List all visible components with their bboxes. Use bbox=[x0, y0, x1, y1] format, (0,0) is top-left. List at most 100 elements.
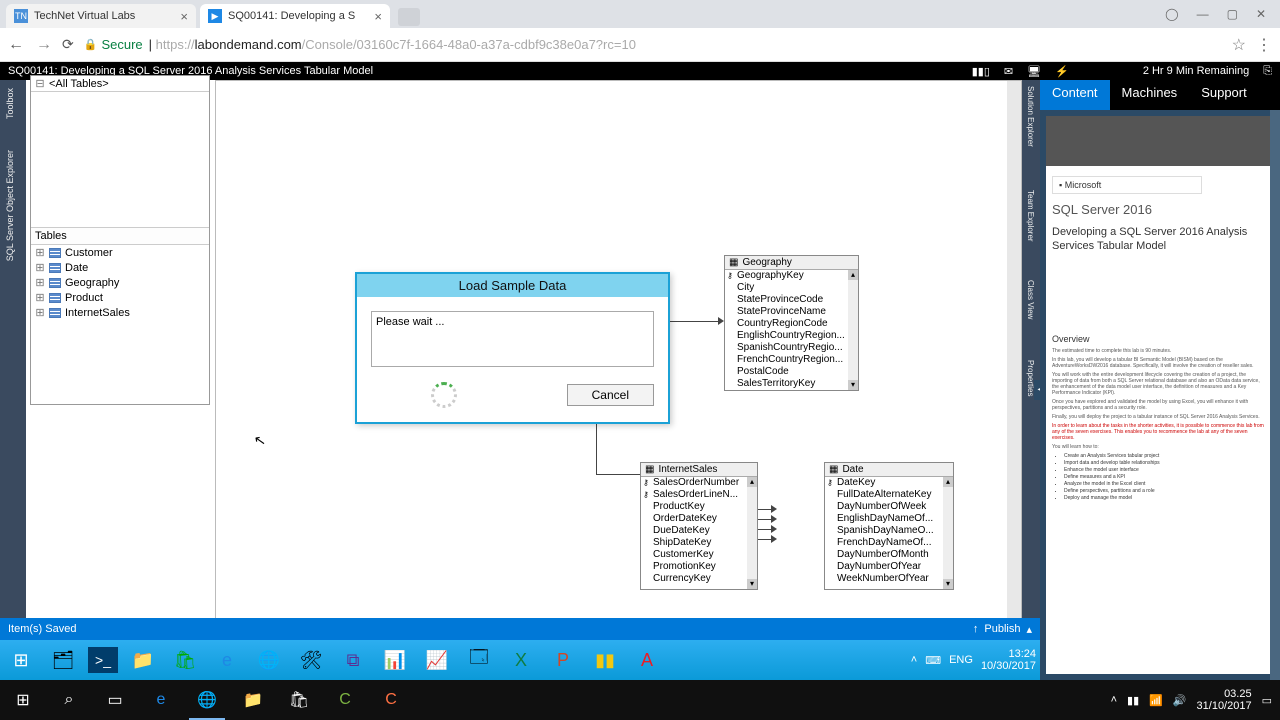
solution-explorer-tab[interactable]: Solution Explorer bbox=[1026, 86, 1035, 147]
host-volume-icon[interactable]: 🔊 bbox=[1173, 694, 1187, 707]
diagram-table-internetsales[interactable]: ▦InternetSales ⚷SalesOrderNumber ⚷SalesO… bbox=[640, 462, 758, 590]
diagram-table-geography[interactable]: ▦Geography ⚷GeographyKey City StateProvi… bbox=[724, 255, 859, 391]
spinner-icon bbox=[431, 382, 457, 408]
vs-right-rail: Solution Explorer Team Explorer Class Vi… bbox=[1022, 80, 1040, 640]
bookmark-icon[interactable]: ☆ bbox=[1232, 35, 1246, 55]
minimize-icon[interactable]: — bbox=[1197, 7, 1209, 21]
lab-content: Toolbox SQL Server Object Explorer Solut… bbox=[0, 80, 1280, 680]
browser-tab-technet[interactable]: TN TechNet Virtual Labs × bbox=[6, 4, 196, 28]
publish-dropdown-icon[interactable]: ▴ bbox=[1026, 623, 1032, 636]
start-button[interactable]: ⊞ bbox=[4, 644, 38, 676]
scrollbar[interactable]: ▴▾ bbox=[943, 477, 953, 589]
publish-arrow-icon[interactable]: ↑ bbox=[973, 623, 979, 635]
apps-icon[interactable]: 🗔 bbox=[462, 644, 496, 676]
table-row[interactable]: ⊞Customer bbox=[31, 245, 209, 260]
window-close-icon[interactable]: ✕ bbox=[1256, 7, 1266, 21]
tray-devices-icon[interactable]: ⌨ bbox=[925, 654, 941, 667]
host-taskbar: ⊞ ⌕ ▭ e 🌐 📁 🛍 C C ˄ ▮▮ 📶 🔊 03.25 31/10/2… bbox=[0, 680, 1280, 720]
tab-machines[interactable]: Machines bbox=[1110, 80, 1190, 110]
cancel-button[interactable]: Cancel bbox=[567, 384, 654, 406]
ssdt-icon[interactable]: 🛠 bbox=[294, 644, 328, 676]
table-icon: ▦ bbox=[729, 257, 738, 268]
host-taskview-button[interactable]: ▭ bbox=[92, 680, 138, 720]
close-icon[interactable]: × bbox=[180, 9, 188, 24]
table-row[interactable]: ⊞InternetSales bbox=[31, 305, 209, 320]
vm-screen[interactable]: Toolbox SQL Server Object Explorer Solut… bbox=[0, 80, 1040, 680]
chrome-tab-strip: TN TechNet Virtual Labs × ▶ SQ00141: Dev… bbox=[0, 0, 1280, 28]
ms-logo: ▪ Microsoft bbox=[1052, 176, 1202, 194]
host-store-icon[interactable]: 🛍 bbox=[276, 680, 322, 720]
url-path: /Console/03160c7f-1664-48a0-a37a-cdbf9c3… bbox=[302, 37, 636, 52]
file-explorer-icon[interactable]: 🗂 bbox=[46, 644, 80, 676]
scrollbar[interactable]: ▴▾ bbox=[848, 270, 858, 390]
lock-icon: 🔒 bbox=[84, 38, 98, 51]
sql-object-explorer-tab[interactable]: SQL Server Object Explorer bbox=[5, 150, 15, 261]
back-button[interactable]: ← bbox=[8, 36, 24, 54]
language-indicator[interactable]: ENG bbox=[949, 654, 973, 666]
scrollbar[interactable]: ▴▾ bbox=[747, 477, 757, 589]
url-field[interactable]: 🔒 Secure | https:// labondemand.com /Con… bbox=[84, 37, 1222, 52]
browser-menu-icon[interactable]: ⋮ bbox=[1256, 35, 1272, 55]
tab-title: SQ00141: Developing a S bbox=[228, 10, 355, 22]
powerbi-icon[interactable]: ▮▮ bbox=[588, 644, 622, 676]
profile-icon[interactable]: ◯ bbox=[1165, 7, 1178, 21]
chrome-icon[interactable]: 🌐 bbox=[252, 644, 286, 676]
all-tables-node[interactable]: <All Tables> bbox=[49, 78, 109, 90]
host-notifications-icon[interactable]: ▭ bbox=[1262, 694, 1272, 707]
reports-icon[interactable]: 📊 bbox=[378, 644, 412, 676]
host-edge-icon[interactable]: e bbox=[138, 680, 184, 720]
vm-clock-time: 13:24 bbox=[981, 648, 1036, 660]
host-app-icon[interactable]: C bbox=[368, 680, 414, 720]
excel-icon[interactable]: X bbox=[504, 644, 538, 676]
table-row[interactable]: ⊞Date bbox=[31, 260, 209, 275]
lab-tabs: Content Machines Support bbox=[1040, 80, 1280, 110]
table-row[interactable]: ⊞Product bbox=[31, 290, 209, 305]
vs-status-bar: Item(s) Saved ↑ Publish ▴ bbox=[0, 618, 1040, 640]
expand-icon[interactable]: ⊟ bbox=[35, 77, 45, 90]
host-chrome-icon[interactable]: 🌐 bbox=[184, 680, 230, 720]
diagram-table-date[interactable]: ▦Date ⚷DateKey FullDateAlternateKey DayN… bbox=[824, 462, 954, 590]
host-search-button[interactable]: ⌕ bbox=[46, 680, 92, 720]
toolbox-tab[interactable]: Toolbox bbox=[5, 88, 15, 119]
host-battery-icon: ▮▮ bbox=[1127, 694, 1139, 707]
close-icon[interactable]: × bbox=[374, 9, 382, 24]
table-icon bbox=[49, 263, 61, 273]
powershell-icon[interactable]: >_ bbox=[88, 647, 118, 673]
doc-scrollbar[interactable] bbox=[1270, 110, 1280, 680]
powerpoint-icon[interactable]: P bbox=[546, 644, 580, 676]
host-wifi-icon: 📶 bbox=[1149, 694, 1163, 707]
table-name: Date bbox=[842, 464, 863, 475]
new-tab-button[interactable] bbox=[398, 8, 420, 26]
url-host: labondemand.com bbox=[195, 37, 302, 52]
tray-chevron-icon[interactable]: ˄ bbox=[911, 654, 917, 666]
reports2-icon[interactable]: 📈 bbox=[420, 644, 454, 676]
host-start-button[interactable]: ⊞ bbox=[0, 680, 46, 720]
team-explorer-tab[interactable]: Team Explorer bbox=[1026, 190, 1035, 242]
tab-support[interactable]: Support bbox=[1189, 80, 1259, 110]
store-icon[interactable]: 🛍 bbox=[168, 644, 202, 676]
ie-icon[interactable]: e bbox=[210, 644, 244, 676]
tab-content[interactable]: Content bbox=[1040, 80, 1110, 110]
table-icon: ▦ bbox=[645, 464, 654, 475]
acrobat-icon[interactable]: A bbox=[630, 644, 664, 676]
forward-button: → bbox=[36, 36, 52, 54]
host-explorer-icon[interactable]: 📁 bbox=[230, 680, 276, 720]
bolt-icon[interactable]: ⚡ bbox=[1055, 65, 1069, 78]
lab-document-viewer[interactable]: ▪ Microsoft SQL Server 2016 Developing a… bbox=[1040, 110, 1280, 680]
host-camtasia-icon[interactable]: C bbox=[322, 680, 368, 720]
browser-tab-lab[interactable]: ▶ SQ00141: Developing a S × bbox=[200, 4, 390, 28]
mail-icon[interactable]: ✉ bbox=[1004, 65, 1013, 78]
monitor-icon[interactable]: 🖥 bbox=[1027, 65, 1041, 78]
table-row[interactable]: ⊞Geography bbox=[31, 275, 209, 290]
maximize-icon[interactable]: ▢ bbox=[1227, 7, 1238, 21]
class-view-tab[interactable]: Class View bbox=[1026, 280, 1035, 319]
folder-icon[interactable]: 📁 bbox=[126, 644, 160, 676]
visual-studio-icon[interactable]: ⧉ bbox=[336, 644, 370, 676]
publish-button[interactable]: Publish bbox=[984, 623, 1020, 635]
reload-button[interactable]: ⟳ bbox=[62, 36, 74, 53]
exit-icon[interactable]: ⎘ bbox=[1263, 65, 1272, 78]
tables-section-label: Tables bbox=[31, 227, 209, 245]
host-tray-chevron-icon[interactable]: ˄ bbox=[1111, 694, 1117, 706]
vertical-scrollbar[interactable] bbox=[1007, 81, 1021, 625]
favicon: TN bbox=[14, 9, 28, 23]
